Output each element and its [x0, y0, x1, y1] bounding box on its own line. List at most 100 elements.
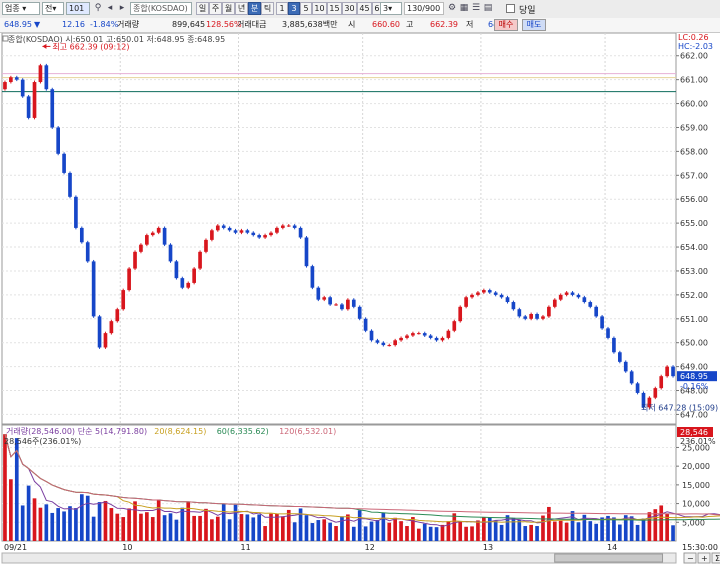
candle-39: [233, 230, 238, 233]
candle-9: [56, 127, 60, 154]
candle-77: [458, 306, 463, 322]
period-button-2[interactable]: 월: [222, 2, 235, 15]
candle-65: [387, 345, 392, 347]
volume-bar-84: [499, 524, 504, 541]
code-value: 101: [69, 4, 85, 13]
volume-bar-14: [85, 495, 90, 541]
prev-icon[interactable]: ◂: [104, 2, 116, 15]
chart-area[interactable]: 647.00 648.00 649.00 650.00 651.00 652.00 653.…: [0, 32, 720, 567]
volume-bar-103: [612, 517, 616, 541]
market-select[interactable]: 전▾: [42, 2, 64, 15]
interval-button-1[interactable]: 3: [288, 2, 300, 15]
sell-button[interactable]: 매도: [522, 19, 546, 31]
interval-button-3[interactable]: 10: [312, 2, 327, 15]
grid-icon[interactable]: ▦: [458, 2, 470, 15]
period-button-4[interactable]: 분: [248, 2, 261, 15]
y-tick-label-15: 662.00: [680, 52, 708, 61]
candle-82: [487, 290, 492, 293]
volume-bar-39: [233, 504, 238, 541]
search-icon[interactable]: ⚲: [92, 2, 104, 15]
volume-bar-46: [275, 513, 279, 541]
volume-bar-25: [150, 517, 155, 541]
candle-25: [150, 232, 155, 236]
amount-value: 3,885,638백만: [282, 20, 338, 29]
candle-5: [32, 82, 37, 118]
list-icon[interactable]: ☰: [470, 2, 482, 15]
candle-91: [541, 316, 545, 319]
interval-button-5[interactable]: 30: [342, 2, 357, 15]
interval-button-0[interactable]: 1: [276, 2, 288, 15]
count-field[interactable]: 130/900: [404, 2, 444, 15]
period-button-1[interactable]: 주: [209, 2, 222, 15]
candle-62: [369, 330, 374, 341]
volume-bar-40: [239, 514, 244, 541]
volume-bar-36: [215, 516, 220, 541]
volume-label: 거래량: [117, 20, 140, 29]
interval-button-2[interactable]: 5: [300, 2, 312, 15]
volume-bar-87: [517, 519, 522, 541]
candle-92: [547, 306, 551, 317]
lc-label: LC:0.26: [678, 33, 709, 42]
chart-type-icon[interactable]: ▤: [482, 2, 494, 15]
volume-bar-65: [387, 522, 392, 541]
open-value: 660.60: [372, 20, 400, 29]
candle-40: [239, 230, 244, 233]
buy-button[interactable]: 매수: [494, 19, 518, 31]
interval-select[interactable]: 3▾: [380, 2, 402, 15]
candle-50: [298, 227, 303, 238]
volume-bar-27: [162, 515, 167, 541]
volume-bar-55: [328, 522, 332, 541]
candle-32: [192, 268, 196, 283]
interval-button-4[interactable]: 15: [327, 2, 342, 15]
x-label-4: 13: [483, 543, 493, 552]
candle-68: [405, 335, 409, 338]
settings-icon[interactable]: ⚙: [446, 2, 458, 15]
candle-56: [334, 304, 338, 306]
x-label-1: 10: [122, 543, 132, 552]
volume-bar-19: [115, 513, 120, 541]
period-button-3[interactable]: 년: [235, 2, 248, 15]
volume-legend-3: 60(6,335.62): [217, 427, 269, 436]
volume-bar-94: [558, 520, 563, 541]
volume-bar-54: [322, 519, 327, 541]
candle-94: [558, 294, 563, 300]
candlestick-volume-chart[interactable]: 647.00648.00649.00650.00651.00652.00653.…: [0, 32, 720, 567]
candle-33: [198, 251, 202, 269]
candle-90: [535, 314, 539, 319]
volume-bar-48: [286, 509, 291, 541]
volume-bar-83: [493, 520, 498, 541]
sector-select[interactable]: 업종 ▾: [2, 2, 40, 15]
volume-bar-99: [588, 521, 593, 541]
volume-bar-4: [26, 485, 31, 541]
volume-bar-100: [594, 523, 599, 541]
count-value: 130/900: [407, 4, 441, 13]
volume-bar-107: [635, 524, 640, 541]
change-value: 12.16: [62, 20, 85, 29]
candle-49: [292, 225, 297, 228]
candle-11: [68, 172, 72, 197]
volume-bar-21: [127, 508, 131, 541]
volume-bar-59: [351, 526, 356, 541]
candle-88: [523, 316, 528, 319]
volume-bar-37: [221, 503, 226, 541]
code-input[interactable]: 101: [66, 2, 90, 15]
volume-bar-66: [393, 517, 397, 541]
candle-10: [62, 153, 66, 173]
candle-48: [286, 225, 291, 227]
volume-bar-79: [470, 526, 474, 541]
volume-bar-104: [618, 524, 622, 541]
today-checkbox[interactable]: [506, 4, 515, 13]
chart-toolbar: 업종 ▾ 전▾ 101 ⚲ ◂ ▸ 종합(KOSDAO) 일주월년분틱 1351…: [0, 0, 720, 19]
candle-96: [570, 292, 575, 295]
next-icon[interactable]: ▸: [116, 2, 128, 15]
candle-19: [115, 309, 120, 322]
volume-bar-90: [535, 526, 539, 541]
candle-78: [464, 297, 468, 307]
interval-button-6[interactable]: 45: [357, 2, 372, 15]
period-button-0[interactable]: 일: [196, 2, 209, 15]
candle-55: [328, 297, 332, 305]
vol-y-tick-label-1: 10,000: [682, 500, 710, 509]
low-label: 저: [466, 20, 474, 29]
period-button-5[interactable]: 틱: [261, 2, 274, 15]
index-name-field: 종합(KOSDAO): [130, 2, 192, 15]
